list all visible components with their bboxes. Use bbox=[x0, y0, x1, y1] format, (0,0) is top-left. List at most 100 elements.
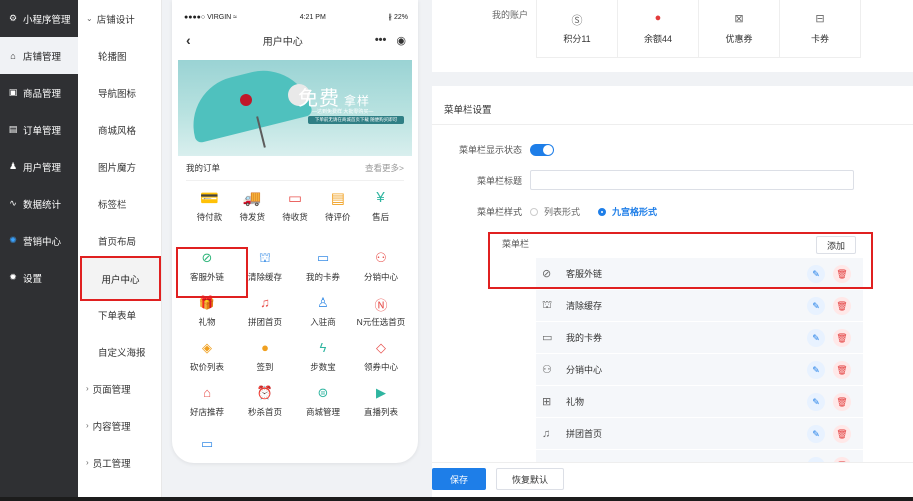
back-arrow-icon[interactable]: ‹ bbox=[186, 32, 191, 48]
card-icon: ⊟ bbox=[815, 13, 825, 25]
sidebar-item-label: 营销中心 bbox=[23, 236, 62, 248]
phone-navbar: ‹ 用户中心 ••• ◉ bbox=[172, 28, 418, 52]
subnav-item-home-layout[interactable]: 首页布局 bbox=[78, 222, 161, 259]
account-cell[interactable]: ⊠ 优惠券 bbox=[699, 0, 780, 58]
grid-item-label: 步数宝 bbox=[310, 362, 336, 372]
sidebar-item-users[interactable]: ♟ 用户管理 bbox=[0, 148, 78, 185]
sidebar-item-label: 店铺管理 bbox=[23, 51, 62, 63]
reset-default-button[interactable]: 恢复默认 bbox=[496, 468, 564, 490]
order-status-0[interactable]: 💳 待付款 bbox=[188, 189, 231, 223]
subnav-item-nav-icons[interactable]: 导航图标 bbox=[78, 74, 161, 111]
carrier-text: ●●●●○ VIRGIN ≈ bbox=[184, 13, 237, 21]
sidebar-item-label: 用户管理 bbox=[23, 162, 62, 174]
grid-item[interactable]: ▭ 我的卡券 bbox=[294, 244, 352, 289]
account-cell[interactable]: Ⓢ 积分11 bbox=[537, 0, 618, 58]
grid-item[interactable]: Ⓝ N元任选首页 bbox=[352, 289, 410, 334]
phone-title: 用户中心 bbox=[262, 36, 303, 48]
sidebar-item-stats[interactable]: ∿ 数据统计 bbox=[0, 185, 78, 222]
delete-icon[interactable]: 🗑 bbox=[833, 361, 851, 379]
grid-item[interactable]: ϟ 步数宝 bbox=[294, 334, 352, 379]
delete-icon[interactable]: 🗑 bbox=[833, 393, 851, 411]
delete-icon[interactable]: 🗑 bbox=[833, 297, 851, 315]
sidebar-item-settings[interactable]: ✹ 设置 bbox=[0, 259, 78, 296]
order-status-label: 待付款 bbox=[196, 212, 223, 222]
grid-item[interactable]: ⚇ 分销中心 bbox=[352, 244, 410, 289]
grid-item[interactable]: ▶ 直播列表 bbox=[352, 379, 410, 424]
edit-icon[interactable]: ✎ bbox=[807, 297, 825, 315]
sidebar-item-store[interactable]: ⌂ 店铺管理 bbox=[0, 37, 78, 74]
sidebar-item-label: 小程序管理 bbox=[23, 14, 71, 26]
more-dots-icon[interactable]: ••• bbox=[375, 34, 387, 46]
menu-row-label: 清除缓存 bbox=[566, 301, 603, 311]
grid-item[interactable]: ⊜ 商城管理 bbox=[294, 379, 352, 424]
card-icon: ▭ bbox=[316, 250, 330, 265]
menu-row[interactable]: ♫ 拼团首页 ✎ 🗑 bbox=[536, 418, 863, 450]
sidebar-item-marketing[interactable]: ✺ 营销中心 bbox=[0, 222, 78, 259]
show-status-toggle[interactable] bbox=[530, 143, 554, 156]
save-button[interactable]: 保存 bbox=[432, 468, 486, 490]
highlight-box-menu bbox=[488, 232, 873, 289]
orders-title: 我的订单 bbox=[186, 163, 221, 173]
sidebar-item-orders[interactable]: ▤ 订单管理 bbox=[0, 111, 78, 148]
flower-image bbox=[240, 94, 252, 106]
account-cell[interactable]: ⊟ 卡券 bbox=[780, 0, 861, 58]
style-list-radio[interactable]: 列表形式 bbox=[530, 205, 580, 218]
title-row: 菜单栏标题 bbox=[432, 170, 854, 190]
grid-item[interactable]: ⏰ 秒杀首页 bbox=[236, 379, 294, 424]
menu-row[interactable]: ⚇ 分销中心 ✎ 🗑 bbox=[536, 354, 863, 386]
order-status-4[interactable]: ¥ 售后 bbox=[359, 189, 402, 223]
subnav-item-carousel[interactable]: 轮播图 bbox=[78, 37, 161, 74]
subnav-item-order-form[interactable]: 下单表单 bbox=[78, 296, 161, 333]
subnav-group-pages[interactable]: › 页面管理 bbox=[78, 370, 161, 407]
menu-row[interactable]: ⊞ 礼物 ✎ 🗑 bbox=[536, 386, 863, 418]
subnav-group-content[interactable]: › 内容管理 bbox=[78, 407, 161, 444]
subnav-item-poster[interactable]: 自定义海报 bbox=[78, 333, 161, 370]
menu-row[interactable]: ⛫ 清除缓存 ✎ 🗑 bbox=[536, 290, 863, 322]
grid-item[interactable]: ▭ bbox=[178, 424, 236, 450]
subnav-item-user-center[interactable]: 用户中心 bbox=[80, 256, 161, 301]
radio-label: 九宫格形式 bbox=[612, 207, 658, 217]
banner-subline: —达到免费样 大批零购买— bbox=[312, 109, 374, 115]
radio-dot bbox=[598, 207, 607, 216]
sidebar-item-miniprogram[interactable]: ⚙ 小程序管理 bbox=[0, 0, 78, 37]
grid-item[interactable]: ● 签到 bbox=[236, 334, 294, 379]
subnav-group-staff[interactable]: › 员工管理 bbox=[78, 444, 161, 481]
delete-icon[interactable]: 🗑 bbox=[833, 329, 851, 347]
subnav-item-image-cube[interactable]: 图片魔方 bbox=[78, 148, 161, 185]
order-status-3[interactable]: ▤ 待评价 bbox=[316, 189, 359, 223]
subnav-group-store-design[interactable]: ⌄ 店铺设计 bbox=[78, 0, 161, 37]
grid-item[interactable]: ⌂ 好店推荐 bbox=[178, 379, 236, 424]
grid-item[interactable]: ♙ 入驻商 bbox=[294, 289, 352, 334]
goods-icon: ▣ bbox=[8, 87, 18, 97]
battery-text: ∦ 22% bbox=[388, 14, 408, 21]
account-cell[interactable]: ● 余额44 bbox=[618, 0, 699, 58]
grid-item-label: 直播列表 bbox=[363, 407, 398, 417]
edit-icon[interactable]: ✎ bbox=[807, 393, 825, 411]
grid-item[interactable]: ◇ 领券中心 bbox=[352, 334, 410, 379]
order-status-2[interactable]: ▭ 待收货 bbox=[274, 189, 317, 223]
show-status-label: 菜单栏显示状态 bbox=[458, 145, 522, 155]
banner-title-main: 免费 bbox=[298, 88, 340, 110]
menu-row[interactable]: ▭ 我的卡券 ✎ 🗑 bbox=[536, 322, 863, 354]
sidebar-item-goods[interactable]: ▣ 商品管理 bbox=[0, 74, 78, 111]
subnav-item-mall-style[interactable]: 商城风格 bbox=[78, 111, 161, 148]
target-icon[interactable]: ◉ bbox=[396, 34, 406, 47]
delete-icon[interactable]: 🗑 bbox=[833, 425, 851, 443]
style-grid-radio[interactable]: 九宫格形式 bbox=[598, 205, 657, 218]
orders-more-link[interactable]: 查看更多> bbox=[365, 162, 404, 174]
edit-icon[interactable]: ✎ bbox=[807, 425, 825, 443]
sidebar-item-label: 订单管理 bbox=[23, 125, 62, 137]
edit-icon[interactable]: ✎ bbox=[807, 329, 825, 347]
grid-item[interactable]: ◈ 砍价列表 bbox=[178, 334, 236, 379]
menu-title-input[interactable] bbox=[530, 170, 854, 190]
shop-icon: ⌂ bbox=[203, 385, 211, 400]
edit-icon[interactable]: ✎ bbox=[807, 361, 825, 379]
order-status-1[interactable]: 🚚 待发货 bbox=[231, 189, 274, 223]
promo-banner[interactable]: 免费 拿样 —达到免费样 大批零购买— 下单前无请在商城首页下载 随便购买即可 bbox=[178, 60, 412, 156]
order-status-label: 售后 bbox=[372, 212, 390, 222]
divider bbox=[432, 124, 913, 125]
sidebar-item-label: 商品管理 bbox=[23, 88, 62, 100]
banner-ribbon: 下单前无请在商城首页下载 随便购买即可 bbox=[308, 116, 404, 124]
coupon-icon: ◇ bbox=[376, 340, 386, 355]
subnav-item-tabbar[interactable]: 标签栏 bbox=[78, 185, 161, 222]
